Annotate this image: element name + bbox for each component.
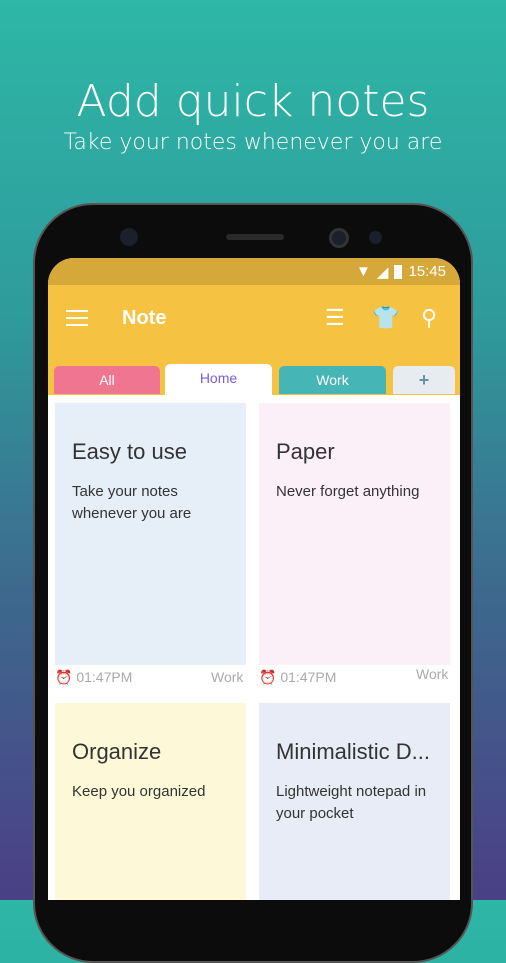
note-body: Take your notes whenever you are: [72, 483, 192, 522]
wifi-icon: ▼: [356, 263, 371, 280]
theme-shirt-icon[interactable]: 👕: [372, 305, 399, 331]
note-tag: Work: [416, 666, 449, 682]
signal-icon: ◢: [376, 263, 389, 281]
status-bar: ▼ ◢ 15:45: [48, 258, 460, 285]
status-time: 15:45: [408, 263, 446, 280]
sensor-icon: [369, 231, 382, 244]
note-title: Paper: [276, 439, 335, 464]
app-screen: ▼ ◢ 15:45 Note ☰ 👕 ⚲ All Home Work + Eas…: [48, 258, 460, 900]
add-tab-button[interactable]: +: [393, 366, 455, 394]
note-body: Never forget anything: [276, 483, 420, 500]
app-bar: Note ☰ 👕 ⚲ All Home Work +: [48, 285, 460, 395]
note-card[interactable]: Paper Never forget anything: [259, 403, 450, 665]
hero-title: Add quick notes: [76, 76, 430, 127]
note-card[interactable]: Minimalistic D... Lightweight notepad in…: [259, 703, 450, 900]
note-time: ⏰ 01:47PM: [259, 669, 337, 685]
note-body: Keep you organized: [72, 783, 206, 800]
note-title: Organize: [72, 739, 162, 764]
sensor-icon: [329, 228, 349, 248]
note-body: Lightweight notepad in your pocket: [276, 783, 427, 822]
note-time: ⏰ 01:47PM: [55, 669, 133, 685]
note-tag: Work: [211, 669, 244, 685]
tab-home[interactable]: Home: [165, 364, 272, 395]
note-card[interactable]: Organize Keep you organized: [55, 703, 246, 900]
search-icon[interactable]: ⚲: [421, 305, 437, 331]
list-view-icon[interactable]: ☰: [325, 305, 345, 331]
menu-icon[interactable]: [66, 307, 88, 331]
tab-all[interactable]: All: [54, 366, 160, 394]
speaker-grille: [226, 234, 284, 240]
battery-icon: [394, 264, 403, 279]
tab-work[interactable]: Work: [279, 366, 386, 394]
note-title: Minimalistic D...: [276, 739, 431, 764]
note-title: Easy to use: [72, 439, 187, 464]
front-camera-icon: [120, 228, 138, 246]
note-card[interactable]: Easy to use Take your notes whenever you…: [55, 403, 246, 665]
app-title: Note: [122, 307, 167, 329]
hero-subtitle: Take your notes whenever you are: [63, 130, 443, 155]
